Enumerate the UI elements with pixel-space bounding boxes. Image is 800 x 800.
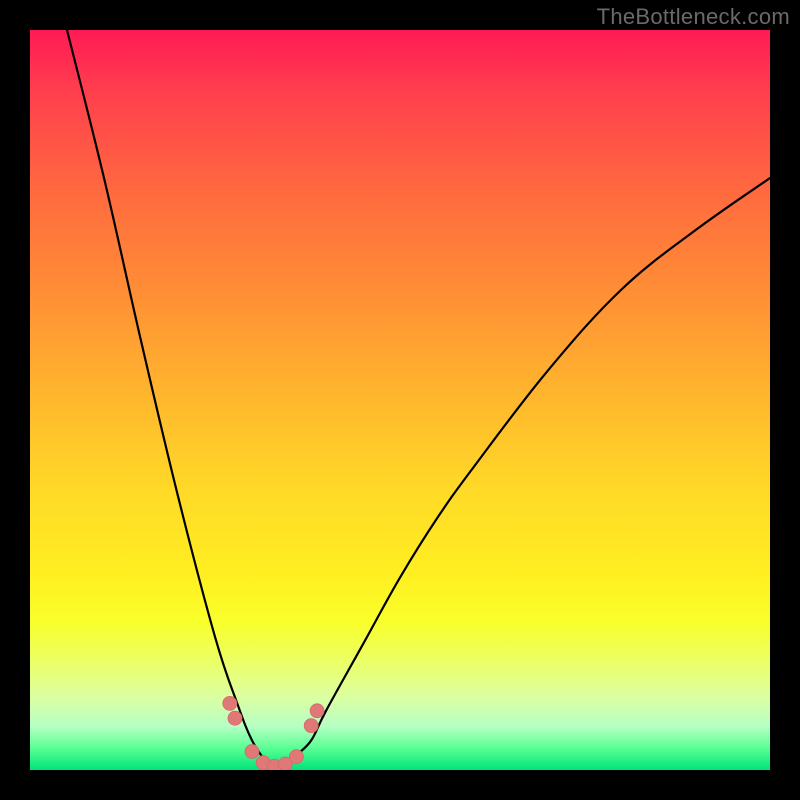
trough-dot xyxy=(245,745,259,759)
plot-area xyxy=(30,30,770,770)
trough-dot xyxy=(289,750,303,764)
trough-dot xyxy=(223,696,237,710)
trough-dot xyxy=(304,719,318,733)
curve-svg xyxy=(30,30,770,770)
trough-dot xyxy=(228,711,242,725)
bottleneck-curve xyxy=(67,30,770,770)
watermark-text: TheBottleneck.com xyxy=(597,4,790,30)
chart-frame: TheBottleneck.com xyxy=(0,0,800,800)
trough-dot xyxy=(310,704,324,718)
